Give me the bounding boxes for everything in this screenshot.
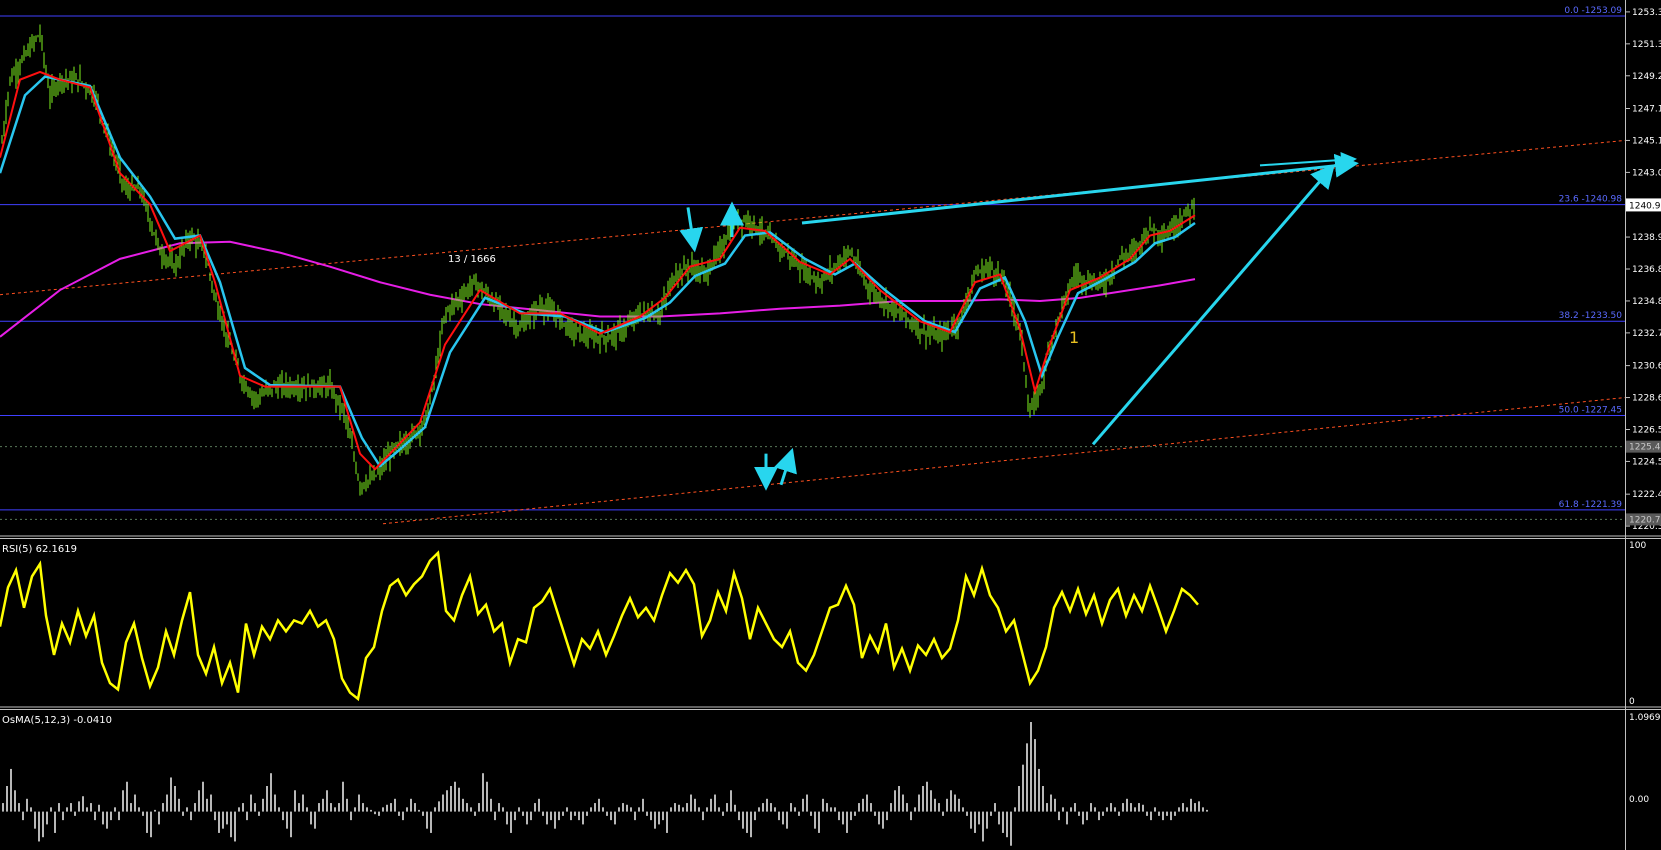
osma-histogram (2, 722, 1208, 846)
trading-chart[interactable]: 0.0 -1253.09 23.6 -1240.98 38.2 -1233.50 50… (0, 0, 1661, 850)
osma-panel[interactable]: OsMA(5,12,3) -0.0410 1.0969 0.00 (2, 713, 1661, 846)
rsi-panel[interactable]: RSI(5) 62.1619 100 0 (0, 541, 1646, 707)
price-tick-label: 1245.10 (1632, 136, 1661, 146)
price-tick-label: 1238.90 (1632, 233, 1661, 243)
rsi-bottom-tick: 0 (1629, 697, 1635, 707)
price-tick-label: 1226.55 (1632, 425, 1661, 435)
price-tick-label: 1234.80 (1632, 297, 1661, 307)
price-tick-label: 1253.35 (1632, 8, 1661, 18)
price-tick-label: 1251.30 (1632, 40, 1661, 50)
fib-level-label: 0.0 -1253.09 (1564, 6, 1622, 16)
wave-label: 1 (1069, 328, 1079, 347)
channel-line (382, 397, 1626, 525)
candlesticks (1, 24, 1195, 496)
fib-level-label: 38.2 -1233.50 (1559, 311, 1623, 321)
fib-level-label: 61.8 -1221.39 (1559, 500, 1623, 510)
price-tick-label: 1232.75 (1632, 329, 1661, 339)
rsi-top-tick: 100 (1629, 541, 1646, 551)
main-price-panel[interactable]: 0.0 -1253.09 23.6 -1240.98 38.2 -1233.50 50… (0, 6, 1661, 532)
osma-zero-tick: 0.00 (1629, 795, 1649, 805)
rsi-line (0, 550, 1199, 702)
channel-lines[interactable] (0, 139, 1626, 525)
price-tick-label: 1247.15 (1632, 105, 1661, 115)
price-tick-label: 1236.85 (1632, 265, 1661, 275)
fib-level-label: 50.0 -1227.45 (1559, 405, 1622, 415)
osma-top-tick: 1.0969 (1629, 713, 1661, 723)
trend-arrows[interactable] (679, 151, 1359, 491)
trend-arrow (679, 207, 704, 253)
price-tick-label: 1224.50 (1632, 457, 1661, 467)
fibonacci-levels[interactable]: 0.0 -1253.09 23.6 -1240.98 38.2 -1233.50 50… (0, 6, 1625, 511)
moving-averages (0, 70, 1196, 471)
osma-label: OsMA(5,12,3) -0.0410 (2, 715, 112, 726)
fib-level-label: 23.6 -1240.98 (1559, 195, 1623, 205)
marker-price-label: 1225.45 (1629, 443, 1661, 453)
trend-arrow (801, 153, 1359, 225)
fast-ma-line (0, 70, 1196, 471)
channel-line (0, 139, 1626, 296)
price-tick-label: 1243.05 (1632, 168, 1661, 178)
rsi-label: RSI(5) 62.1619 (2, 544, 77, 555)
price-tick-label: 1230.65 (1632, 362, 1661, 372)
trend-arrow (1091, 163, 1335, 446)
trend-arrow (774, 447, 797, 486)
rsi-line (0, 550, 1199, 702)
current-price-label: 1240.93 (1629, 201, 1661, 211)
price-tick-label: 1228.60 (1632, 394, 1661, 404)
annotation-label: 13 / 1666 (448, 254, 496, 265)
slow-ma-line (0, 75, 1196, 468)
price-tick-label: 1222.40 (1632, 490, 1661, 500)
price-tick-label: 1249.25 (1632, 72, 1661, 82)
marker-price-label: 1220.78 (1629, 515, 1661, 525)
